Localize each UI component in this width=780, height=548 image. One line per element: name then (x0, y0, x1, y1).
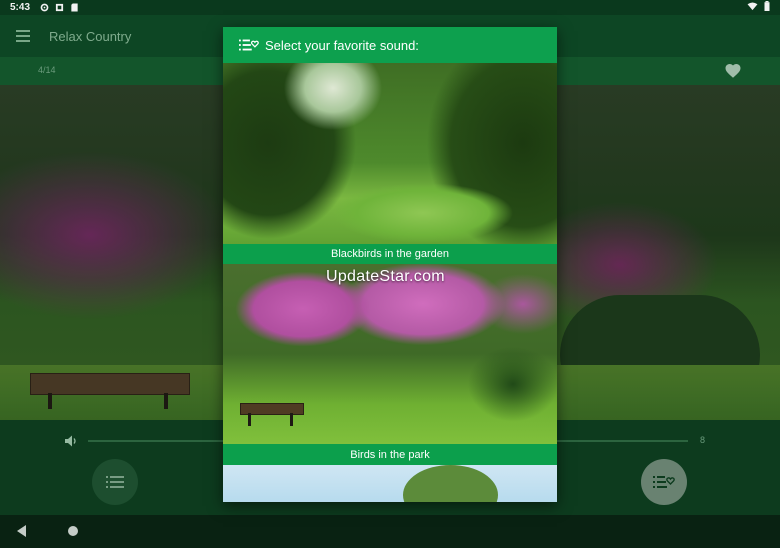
garden-thumbnail-image (223, 63, 557, 244)
sound-option-blackbirds[interactable]: Blackbirds in the garden (223, 63, 557, 264)
sound-option-caption: Birds in the park (223, 444, 557, 465)
sound-option-caption: Blackbirds in the garden (223, 244, 557, 264)
sound-option-birds-park[interactable]: Birds in the park (223, 264, 557, 465)
sound-option-next[interactable] (223, 465, 557, 502)
bench-shape (240, 403, 304, 427)
favorites-list-icon (239, 37, 259, 53)
dialog-title: Select your favorite sound: (265, 37, 419, 53)
next-thumbnail-image (223, 465, 557, 502)
dialog-header: Select your favorite sound: (223, 27, 557, 63)
watermark-text: UpdateStar.com (326, 268, 445, 285)
tree-shape (403, 465, 498, 502)
park-thumbnail-image (223, 264, 557, 444)
favorite-sound-dialog: Select your favorite sound: Blackbirds i… (223, 27, 557, 502)
